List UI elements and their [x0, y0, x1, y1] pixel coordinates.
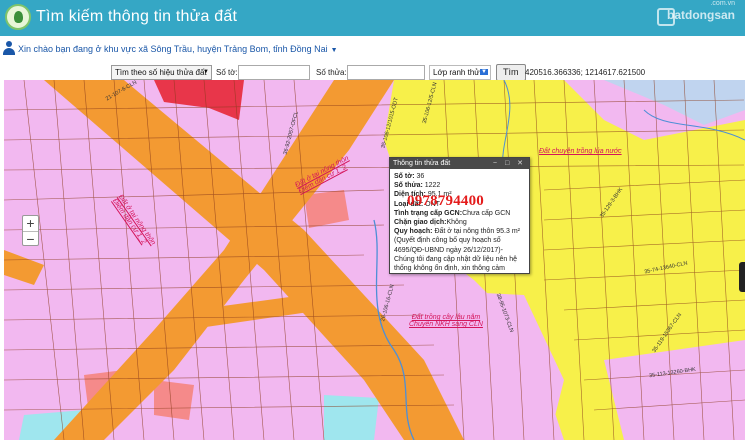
zoom-in-button[interactable]: +: [23, 216, 38, 231]
app-header: Tìm kiếm thông tin thửa đất .com.vn batdo…: [0, 0, 745, 36]
salmon-block: [154, 380, 194, 420]
search-mode-select[interactable]: Tìm theo số hiệu thửa đất ▼: [111, 65, 212, 80]
location-greeting[interactable]: Xin chào bạn đang ở khu vực xã Sông Trầu…: [18, 44, 338, 54]
map-label: Đất trồng cây lâu năm Chuyển NKH sang CLN: [409, 314, 483, 328]
coordinates-readout: 420516.366336; 1214617.621500: [525, 68, 646, 77]
leaf-logo-icon: [5, 4, 31, 30]
cadastral-map[interactable]: + − Đất ở tại nông thôn Điểm dân cư 1_2 Đ…: [4, 80, 745, 440]
location-bar: Xin chào bạn đang ở khu vực xã Sông Trầu…: [0, 36, 745, 62]
info-row: Số thửa: 1222: [394, 182, 441, 190]
user-icon: [3, 41, 15, 55]
zoom-control: + −: [22, 215, 39, 246]
map-canvas[interactable]: [4, 80, 745, 440]
popup-header: Thông tin thửa đất − □ ✕: [390, 158, 529, 169]
watermark: .com.vn batdongsan: [667, 0, 735, 22]
caret-down-icon[interactable]: ▼: [331, 47, 338, 54]
zoom-out-button[interactable]: −: [23, 231, 38, 246]
red-zone: [154, 80, 244, 120]
chevron-down-icon: ▼: [480, 69, 488, 75]
info-row: Quy hoạch: Đất ở tại nông thôn 95.3 m²: [394, 228, 520, 236]
sheet-label: Số tờ:: [216, 68, 238, 77]
popup-window-controls[interactable]: − □ ✕: [493, 159, 526, 167]
chevron-down-icon: ▼: [203, 69, 209, 75]
search-button[interactable]: Tìm: [496, 64, 526, 81]
side-panel-toggle[interactable]: [739, 262, 745, 292]
info-row: Tình trạng cấp GCN:Chưa cấp GCN: [394, 209, 511, 217]
parcel-number-input[interactable]: [347, 65, 425, 80]
popup-title: Thông tin thửa đất: [393, 160, 451, 167]
parcel-info-popup: Thông tin thửa đất − □ ✕ Số tờ: 36 Số th…: [389, 157, 530, 274]
road-segment: [4, 250, 44, 285]
area-name[interactable]: xã Sông Trầu, huyện Trảng Bom, tỉnh Đồng…: [139, 44, 328, 54]
cross-road: [54, 80, 394, 440]
layer-select[interactable]: Lớp ranh thửa ▼: [429, 65, 491, 80]
info-row: Số tờ: 36: [394, 173, 425, 180]
page-title: Tìm kiếm thông tin thửa đất: [36, 8, 238, 25]
map-label: Đất chuyên trồng lúa nước: [539, 148, 622, 155]
planning-note: (Quyết định công bố quy hoạch số 4695/QĐ…: [394, 237, 518, 273]
parcel-label: Số thửa:: [316, 68, 347, 77]
info-row: Chặn giao dịch:Không: [394, 219, 467, 227]
phone-number-overlay: 0978794400: [407, 193, 484, 209]
water-area: [324, 395, 379, 440]
popup-body: Số tờ: 36 Số thửa: 1222 Diện tích: 95.1 …: [390, 169, 529, 276]
sheet-number-input[interactable]: [238, 65, 310, 80]
